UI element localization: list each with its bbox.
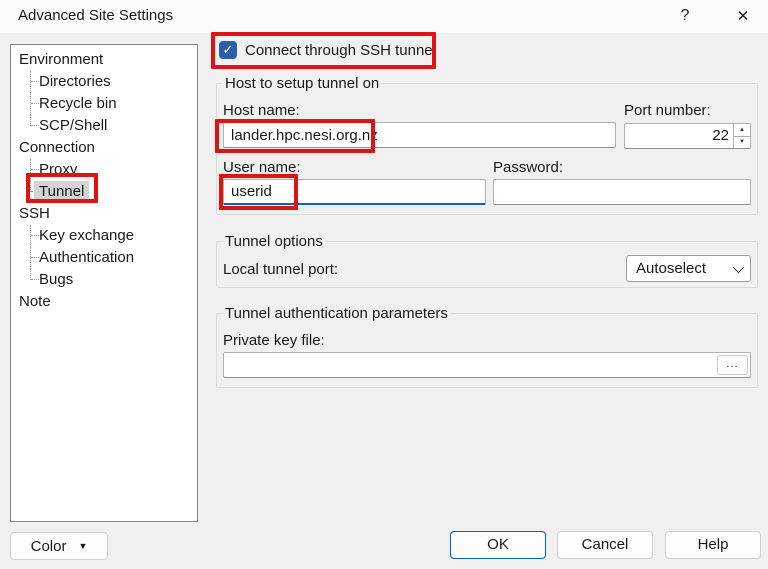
cancel-button[interactable]: Cancel	[557, 531, 653, 559]
local-tunnel-port-label: Local tunnel port:	[223, 261, 338, 278]
tree-connector	[30, 159, 39, 181]
password-input[interactable]	[493, 179, 751, 205]
tunnel-auth-group: Tunnel authentication parameters Private…	[216, 313, 758, 388]
tunnel-options-group: Tunnel options Local tunnel port: Autose…	[216, 241, 758, 288]
local-tunnel-port-select[interactable]: Autoselect	[626, 255, 751, 282]
port-number-value: 22	[625, 124, 733, 148]
user-name-label: User name:	[223, 159, 301, 176]
tree-item-authentication[interactable]: Authentication	[11, 247, 197, 269]
tunnel-options-title: Tunnel options	[222, 233, 326, 250]
settings-tree: Environment Directories Recycle bin SCP/…	[10, 44, 198, 522]
host-name-input[interactable]	[223, 122, 616, 148]
ssh-tunnel-checkbox-row: ✓ Connect through SSH tunnel	[219, 41, 436, 59]
host-group: Host to setup tunnel on Host name: Port …	[216, 83, 758, 215]
tree-item-tunnel-selected: Tunnel	[34, 181, 89, 203]
tree-item-connection[interactable]: Connection	[11, 137, 197, 159]
advanced-site-settings-dialog: Advanced Site Settings ? ✕ Environment D…	[0, 0, 768, 569]
tree-item-bugs[interactable]: Bugs	[11, 269, 197, 291]
tree-connector	[30, 115, 39, 126]
color-button-label: Color	[31, 534, 67, 559]
tree-item-note[interactable]: Note	[11, 291, 197, 313]
ssh-tunnel-checkbox-label[interactable]: Connect through SSH tunnel	[245, 42, 436, 59]
ssh-tunnel-checkbox[interactable]: ✓	[219, 41, 237, 59]
tree-item-environment[interactable]: Environment	[11, 49, 197, 71]
chevron-down-icon	[733, 261, 744, 272]
help-button[interactable]: Help	[665, 531, 761, 559]
user-name-input[interactable]	[223, 179, 486, 205]
tree-connector	[30, 269, 39, 280]
close-icon[interactable]: ✕	[722, 0, 764, 32]
tree-item-recycle-bin[interactable]: Recycle bin	[11, 93, 197, 115]
browse-ellipsis-button[interactable]: ...	[717, 355, 748, 375]
help-icon[interactable]: ?	[664, 0, 706, 32]
dropdown-arrow-icon: ▼	[78, 534, 87, 559]
color-dropdown-button[interactable]: Color ▼	[10, 532, 108, 560]
tree-item-ssh[interactable]: SSH	[11, 203, 197, 225]
tree-connector	[30, 247, 39, 269]
private-key-file-label: Private key file:	[223, 332, 325, 349]
tree-connector	[30, 93, 39, 115]
ok-button[interactable]: OK	[450, 531, 546, 559]
title-bar: Advanced Site Settings ? ✕	[0, 0, 768, 33]
tree-connector	[30, 225, 39, 247]
host-name-label: Host name:	[223, 102, 300, 119]
port-spinner: ▲ ▼	[733, 124, 750, 148]
tree-item-tunnel[interactable]: Tunnel	[11, 181, 197, 203]
private-key-file-input[interactable]	[223, 352, 751, 378]
tree-item-key-exchange[interactable]: Key exchange	[11, 225, 197, 247]
port-number-label: Port number:	[624, 102, 711, 119]
spinner-down-icon[interactable]: ▼	[734, 137, 750, 149]
port-number-stepper[interactable]: 22 ▲ ▼	[624, 123, 751, 149]
password-label: Password:	[493, 159, 563, 176]
tree-item-scp-shell[interactable]: SCP/Shell	[11, 115, 197, 137]
dialog-title: Advanced Site Settings	[18, 7, 173, 24]
tunnel-auth-title: Tunnel authentication parameters	[222, 305, 451, 322]
tree-connector	[30, 71, 39, 93]
tree-item-proxy[interactable]: Proxy	[11, 159, 197, 181]
tree-item-directories[interactable]: Directories	[11, 71, 197, 93]
local-tunnel-port-value: Autoselect	[636, 260, 733, 277]
spinner-up-icon[interactable]: ▲	[734, 124, 750, 137]
host-group-title: Host to setup tunnel on	[222, 75, 382, 92]
